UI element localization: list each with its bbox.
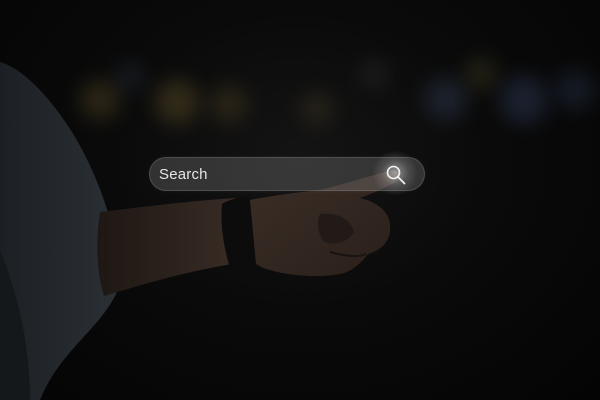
search-input[interactable]: Search (159, 166, 208, 183)
search-bar[interactable]: Search (149, 157, 425, 191)
person-arm (0, 62, 400, 400)
search-icon[interactable] (384, 163, 408, 187)
scene: Search (0, 0, 600, 400)
